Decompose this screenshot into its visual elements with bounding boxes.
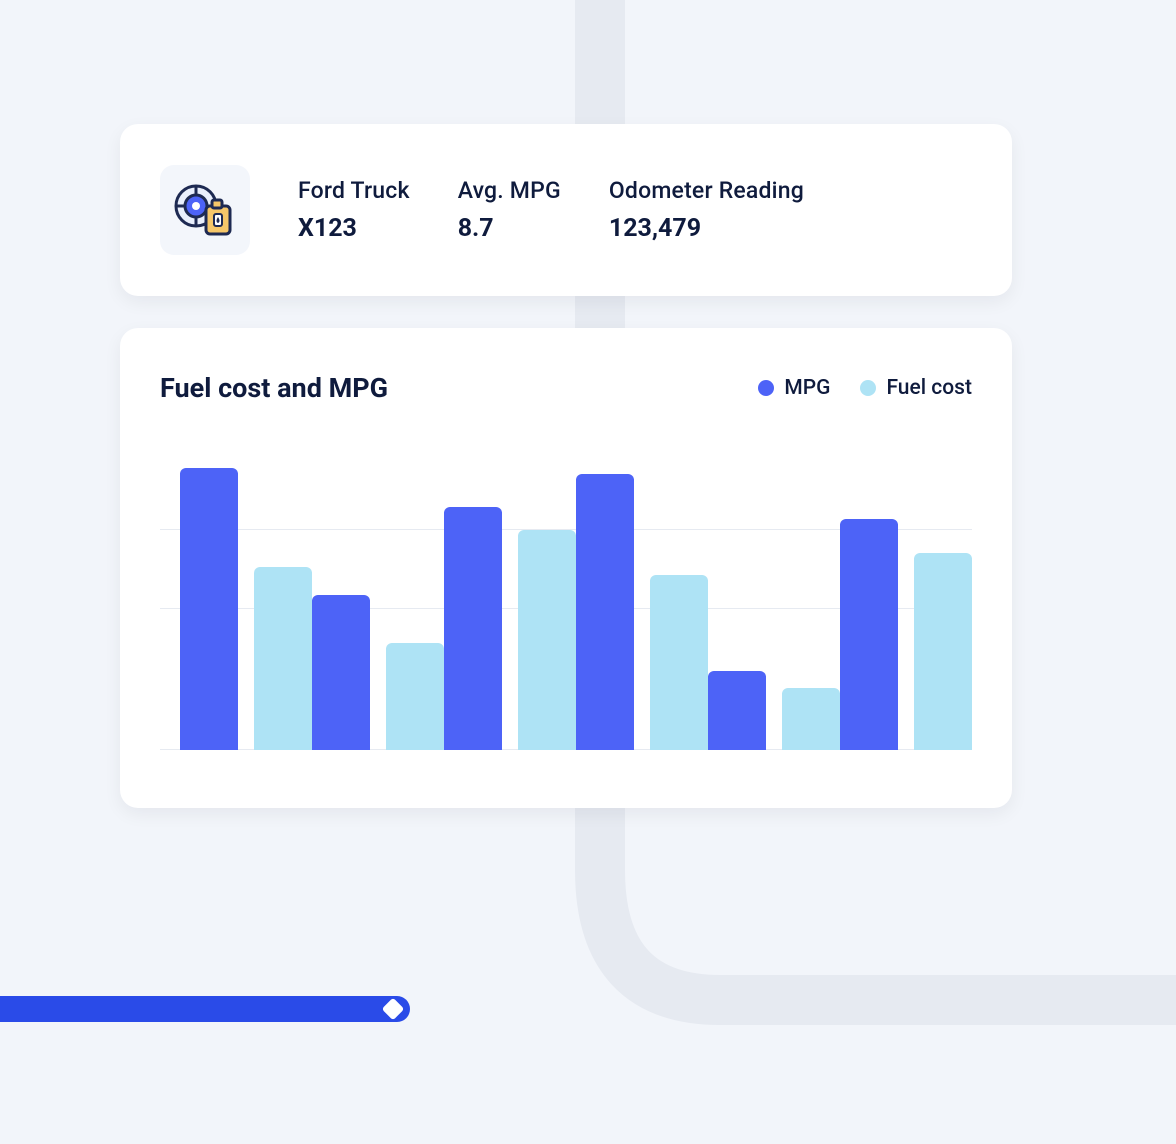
bar-group (840, 519, 972, 750)
bar-fuelcost (254, 567, 312, 750)
legend-item-mpg: MPG (758, 376, 830, 400)
stat-vehicle: Ford Truck X123 (298, 177, 410, 243)
stat-odometer-label: Odometer Reading (609, 177, 804, 204)
stat-vehicle-value: X123 (298, 214, 410, 243)
legend-label-fuelcost: Fuel cost (886, 376, 972, 400)
chart-legend: MPG Fuel cost (758, 376, 972, 400)
legend-item-fuelcost: Fuel cost (860, 376, 972, 400)
vehicle-summary-card: Ford Truck X123 Avg. MPG 8.7 Odometer Re… (120, 124, 1012, 296)
bar-mpg (576, 474, 634, 750)
bar-fuelcost (386, 643, 444, 750)
bar-fuelcost (782, 688, 840, 750)
fuel-chart-card: Fuel cost and MPG MPG Fuel cost (120, 328, 1012, 808)
bar-fuelcost (914, 553, 972, 750)
progress-bar (0, 996, 410, 1022)
stat-mpg: Avg. MPG 8.7 (458, 177, 561, 243)
bar-group (708, 671, 840, 750)
bar-fuelcost (650, 575, 708, 750)
vehicle-icon-box (160, 165, 250, 255)
stat-odometer: Odometer Reading 123,479 (609, 177, 804, 243)
bar-group (180, 468, 312, 750)
bar-group (312, 595, 444, 750)
chart-title: Fuel cost and MPG (160, 372, 388, 404)
bar-group (576, 474, 708, 750)
bar-mpg (840, 519, 898, 750)
legend-dot-mpg-icon (758, 380, 774, 396)
bar-group (444, 507, 576, 750)
bar-mpg (444, 507, 502, 750)
wheel-fuel-icon (174, 182, 236, 238)
stat-vehicle-label: Ford Truck (298, 177, 410, 204)
legend-dot-fuelcost-icon (860, 380, 876, 396)
legend-label-mpg: MPG (784, 376, 830, 400)
bar-mpg (180, 468, 238, 750)
chart-header: Fuel cost and MPG MPG Fuel cost (160, 372, 972, 404)
bar-fuelcost (518, 530, 576, 750)
bar-mpg (708, 671, 766, 750)
chart-bars (160, 468, 972, 750)
stat-mpg-value: 8.7 (458, 214, 561, 243)
chart-area (160, 440, 972, 768)
bar-mpg (312, 595, 370, 750)
stat-mpg-label: Avg. MPG (458, 177, 561, 204)
stat-odometer-value: 123,479 (609, 214, 804, 243)
